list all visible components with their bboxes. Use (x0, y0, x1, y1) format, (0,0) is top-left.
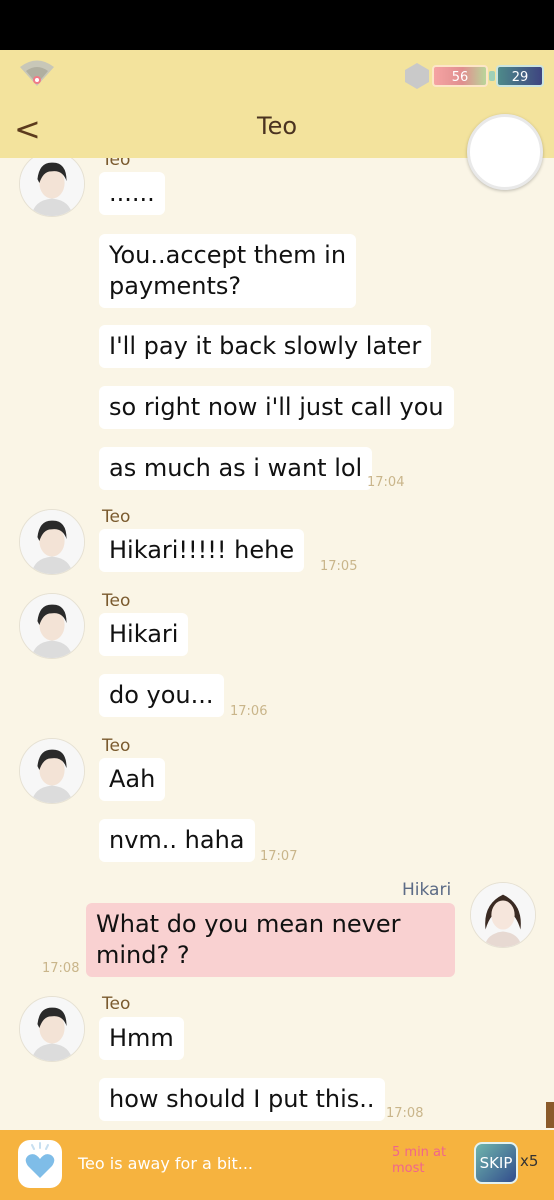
wifi-icon (20, 60, 54, 86)
avatar-teo[interactable] (19, 593, 85, 659)
skip-count: x5 (520, 1152, 539, 1170)
message-bubble[interactable]: I'll pay it back slowly later (99, 325, 432, 368)
heart-icon (25, 1142, 55, 1178)
top-status-bar: 56 29 (0, 50, 554, 100)
skip-button[interactable]: SKIP (474, 1142, 518, 1184)
system-status-bar (0, 0, 554, 50)
message-time: 17:05 (320, 559, 358, 574)
energy-battery-2: 29 (489, 65, 544, 87)
teo-portrait-icon (20, 997, 84, 1061)
message-time: 17:04 (367, 475, 405, 490)
my-message-bubble[interactable]: What do you mean never mind? ? (86, 903, 455, 977)
hikari-portrait-icon (471, 883, 535, 947)
sender-name: Teo (102, 736, 131, 756)
sender-name: Teo (102, 158, 131, 170)
avatar-teo[interactable] (19, 996, 85, 1062)
wait-time-text: 5 min at most (392, 1145, 447, 1176)
avatar-teo[interactable] (19, 158, 85, 217)
scrollbar-thumb[interactable] (546, 1102, 554, 1128)
message-bubble[interactable]: how should I put this.. (99, 1078, 385, 1121)
sender-name: Teo (102, 591, 131, 611)
message-time: 17:08 (386, 1106, 424, 1121)
message-bubble[interactable]: as much as i want lol (99, 447, 373, 490)
away-status-text: Teo is away for a bit... (78, 1154, 253, 1173)
battery-connector-icon (489, 71, 495, 81)
message-bubble[interactable]: Hmm (99, 1017, 184, 1060)
bottom-bar: Teo is away for a bit... 5 min at most S… (0, 1130, 554, 1200)
message-bubble[interactable]: ...... (99, 172, 165, 215)
teo-portrait-icon (20, 594, 84, 658)
hexagon-icon (405, 63, 429, 89)
heart-button[interactable] (18, 1140, 62, 1188)
message-bubble[interactable]: Hikari!!!!! hehe (99, 529, 305, 572)
sender-name: Teo (102, 507, 131, 527)
message-bubble[interactable]: do you... (99, 674, 224, 717)
message-bubble[interactable]: nvm.. haha (99, 819, 255, 862)
message-bubble[interactable]: so right now i'll just call you (99, 386, 454, 429)
message-time: 17:08 (42, 961, 80, 976)
energy-1-value: 56 (451, 70, 469, 85)
energy-2-value: 29 (511, 70, 529, 85)
message-bubble[interactable]: You..accept them in payments? (99, 234, 357, 308)
teo-portrait-icon (20, 510, 84, 574)
sender-name: Teo (102, 994, 131, 1014)
energy-battery-1: 56 (432, 65, 488, 87)
teo-portrait-icon (20, 739, 84, 803)
avatar-teo[interactable] (19, 738, 85, 804)
chat-area[interactable]: Teo ...... You..accept them in payments?… (0, 158, 554, 1130)
sender-name: Hikari (402, 880, 452, 900)
message-time: 17:07 (260, 849, 298, 864)
message-bubble[interactable]: Hikari (99, 613, 189, 656)
message-bubble[interactable]: Aah (99, 758, 166, 801)
avatar-teo[interactable] (19, 509, 85, 575)
teo-portrait-icon (20, 158, 84, 216)
message-time: 17:06 (230, 704, 268, 719)
avatar-hikari[interactable] (470, 882, 536, 948)
